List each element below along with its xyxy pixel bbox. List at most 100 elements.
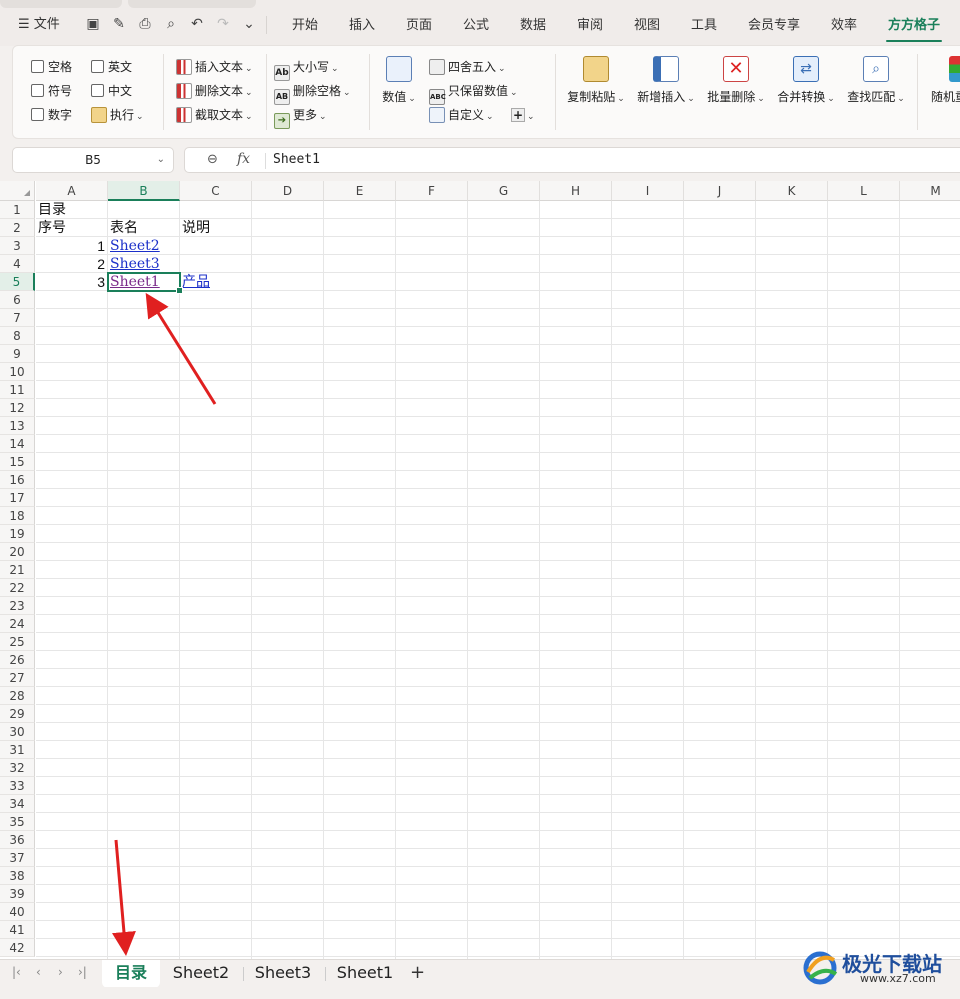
print-icon[interactable]: ⎙: [136, 15, 154, 33]
row-header[interactable]: 21: [0, 561, 35, 579]
row-header[interactable]: 23: [0, 597, 35, 615]
round-button[interactable]: 四舍五入 ⌄: [429, 57, 506, 77]
more-button[interactable]: ➔ 更多 ⌄: [274, 105, 327, 129]
checkbox-symbol[interactable]: 符号: [31, 81, 72, 101]
column-header-E[interactable]: E: [324, 181, 396, 201]
column-header-B[interactable]: B: [108, 181, 180, 201]
find-match-button[interactable]: ⌕ 查找匹配 ⌄: [845, 54, 907, 134]
column-header-C[interactable]: C: [180, 181, 252, 201]
row-header[interactable]: 29: [0, 705, 35, 723]
row-header[interactable]: 5: [0, 273, 35, 291]
formula-bar[interactable]: ⊖ fx Sheet1: [184, 147, 960, 173]
column-header-G[interactable]: G: [468, 181, 540, 201]
cell-C5-hyperlink[interactable]: 产品: [182, 273, 210, 291]
row-header[interactable]: 30: [0, 723, 35, 741]
file-menu[interactable]: ☰ 文件: [18, 14, 60, 36]
row-header[interactable]: 10: [0, 363, 35, 381]
column-header-K[interactable]: K: [756, 181, 828, 201]
column-header-J[interactable]: J: [684, 181, 756, 201]
save-icon[interactable]: ▣: [84, 15, 102, 33]
sheet-tab-sheet2[interactable]: Sheet2: [162, 960, 240, 988]
cell-B2[interactable]: 表名: [110, 219, 138, 237]
column-header-M[interactable]: M: [900, 181, 960, 201]
redo-icon[interactable]: ↷: [214, 15, 232, 33]
prev-sheet-icon[interactable]: ‹: [36, 965, 41, 979]
row-header[interactable]: 8: [0, 327, 35, 345]
new-insert-button[interactable]: 新增插入 ⌄: [635, 54, 697, 134]
sheet-tab-sheet1[interactable]: Sheet1: [328, 960, 402, 988]
column-header-H[interactable]: H: [540, 181, 612, 201]
batch-delete-button[interactable]: ✕ 批量删除 ⌄: [705, 54, 767, 134]
row-header[interactable]: 13: [0, 417, 35, 435]
random-button[interactable]: 随机重: [927, 54, 960, 134]
tab-tools[interactable]: 工具: [682, 14, 726, 38]
row-header[interactable]: 2: [0, 219, 35, 237]
cell-B4-hyperlink[interactable]: Sheet3: [110, 255, 160, 273]
row-header[interactable]: 16: [0, 471, 35, 489]
first-sheet-icon[interactable]: |‹: [12, 965, 21, 979]
row-header[interactable]: 15: [0, 453, 35, 471]
custom-button[interactable]: 自定义 ⌄: [429, 105, 494, 125]
row-header[interactable]: 19: [0, 525, 35, 543]
tab-formula[interactable]: 公式: [454, 14, 498, 38]
row-header[interactable]: 32: [0, 759, 35, 777]
checkbox-number[interactable]: 数字: [31, 105, 72, 125]
last-sheet-icon[interactable]: ›|: [78, 965, 87, 979]
formula-value[interactable]: Sheet1: [273, 152, 320, 167]
row-header[interactable]: 24: [0, 615, 35, 633]
extract-text-button[interactable]: 截取文本 ⌄: [176, 105, 253, 125]
row-header[interactable]: 35: [0, 813, 35, 831]
row-header[interactable]: 27: [0, 669, 35, 687]
tab-fangfanggezi[interactable]: 方方格子: [882, 14, 946, 42]
column-header-A[interactable]: A: [36, 181, 108, 201]
column-header-D[interactable]: D: [252, 181, 324, 201]
tab-member[interactable]: 会员专享: [742, 14, 806, 38]
next-sheet-icon[interactable]: ›: [58, 965, 63, 979]
zoom-icon[interactable]: ⊖: [207, 152, 218, 167]
row-header[interactable]: 14: [0, 435, 35, 453]
execute-button[interactable]: 执行 ⌄: [91, 105, 144, 125]
delete-space-button[interactable]: AB 删除空格 ⌄: [274, 81, 351, 105]
sheet-tab-catalog[interactable]: 目录: [102, 960, 160, 988]
add-button[interactable]: + ⌄: [511, 105, 535, 125]
checkbox-english[interactable]: 英文: [91, 57, 132, 77]
tab-data[interactable]: 数据: [511, 14, 555, 38]
row-header[interactable]: 25: [0, 633, 35, 651]
row-header[interactable]: 28: [0, 687, 35, 705]
row-header[interactable]: 17: [0, 489, 35, 507]
chevron-down-icon[interactable]: ⌄: [157, 148, 165, 172]
fx-icon[interactable]: fx: [237, 151, 250, 167]
sheet-tab-sheet3[interactable]: Sheet3: [246, 960, 320, 988]
add-sheet-icon[interactable]: +: [410, 962, 425, 983]
format-painter-icon[interactable]: ✎: [110, 15, 128, 33]
row-header[interactable]: 41: [0, 921, 35, 939]
checkbox-chinese[interactable]: 中文: [91, 81, 132, 101]
insert-text-button[interactable]: 插入文本 ⌄: [176, 57, 253, 77]
row-header[interactable]: 38: [0, 867, 35, 885]
row-header[interactable]: 40: [0, 903, 35, 921]
copy-paste-button[interactable]: 复制粘贴 ⌄: [565, 54, 627, 134]
tab-insert[interactable]: 插入: [340, 14, 384, 38]
column-header-L[interactable]: L: [828, 181, 900, 201]
row-header[interactable]: 20: [0, 543, 35, 561]
row-header[interactable]: 18: [0, 507, 35, 525]
tab-review[interactable]: 审阅: [568, 14, 612, 38]
row-header[interactable]: 1: [0, 201, 35, 219]
row-header[interactable]: 11: [0, 381, 35, 399]
row-header[interactable]: 34: [0, 795, 35, 813]
cell-A4[interactable]: 2: [36, 255, 105, 273]
row-header[interactable]: 4: [0, 255, 35, 273]
delete-text-button[interactable]: 删除文本 ⌄: [176, 81, 253, 101]
tab-page[interactable]: 页面: [397, 14, 441, 38]
cell-A1[interactable]: 目录: [38, 201, 66, 219]
row-header[interactable]: 42: [0, 939, 35, 957]
row-header[interactable]: 31: [0, 741, 35, 759]
cell-A5[interactable]: 3: [36, 273, 105, 291]
column-header-F[interactable]: F: [396, 181, 468, 201]
tab-efficiency[interactable]: 效率: [822, 14, 866, 38]
window-tab[interactable]: [0, 0, 122, 8]
row-header[interactable]: 12: [0, 399, 35, 417]
row-header[interactable]: 36: [0, 831, 35, 849]
row-header[interactable]: 9: [0, 345, 35, 363]
cell-A2[interactable]: 序号: [38, 219, 66, 237]
